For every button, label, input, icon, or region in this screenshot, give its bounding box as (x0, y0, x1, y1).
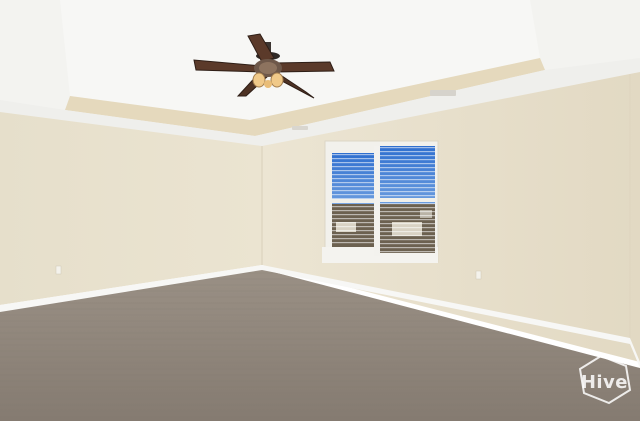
fan-light (252, 72, 266, 88)
blind-slat (380, 219, 435, 221)
window-mullion (374, 146, 380, 256)
blind-slat (380, 243, 435, 245)
blind-slat (380, 179, 435, 181)
blind-slat (380, 175, 435, 177)
blind-slat (332, 174, 374, 176)
blind-slat (380, 159, 435, 161)
blind-slat (380, 195, 435, 197)
wall-outlet-left (55, 265, 62, 275)
blind-slat (332, 234, 374, 236)
blind-slat (380, 235, 435, 237)
blind-slat (380, 211, 435, 213)
ceiling-vent (430, 90, 456, 96)
blind-slat (332, 158, 374, 160)
blind-slat (332, 222, 374, 224)
blind-slat (332, 206, 374, 208)
blind-slat (380, 239, 435, 241)
wall-outlet-right (475, 270, 482, 280)
blind-slat (380, 207, 435, 209)
window (322, 140, 439, 263)
blind-slat (332, 178, 374, 180)
fan-light (270, 72, 284, 88)
blind-slat (380, 223, 435, 225)
blind-slat (380, 167, 435, 169)
blind-slat (380, 187, 435, 189)
blind-slat (332, 170, 374, 172)
blind-slat (380, 163, 435, 165)
blind-slat (332, 230, 374, 232)
room-illustration (0, 0, 640, 421)
blind-slat (380, 191, 435, 193)
blind-slat (332, 166, 374, 168)
watermark-text: Hive (580, 372, 628, 393)
blind-slat (380, 151, 435, 153)
blind-slat (380, 203, 435, 205)
blind-slat (380, 231, 435, 233)
room-photo: Hive (0, 0, 640, 421)
blind-slat (380, 247, 435, 249)
blind-slat (332, 226, 374, 228)
blind-slat (332, 242, 374, 244)
blind-slat (332, 214, 374, 216)
fan-blade (273, 61, 335, 73)
ceiling-vent-small (292, 126, 308, 130)
blind-slat (380, 171, 435, 173)
blind-slat (332, 182, 374, 184)
blind-slat (332, 194, 374, 196)
blind-slat (332, 190, 374, 192)
blind-slat (380, 251, 435, 253)
blind-slat (332, 210, 374, 212)
blind-slat (332, 154, 374, 156)
fan-light (264, 80, 272, 88)
blind-slat (332, 238, 374, 240)
blind-slat (380, 227, 435, 229)
blind-slat (380, 183, 435, 185)
blind-slat (332, 186, 374, 188)
blind-slat (380, 155, 435, 157)
blind-slat (380, 215, 435, 217)
blind-slat (380, 147, 435, 149)
blind-slat (332, 218, 374, 220)
blind-slat (332, 162, 374, 164)
